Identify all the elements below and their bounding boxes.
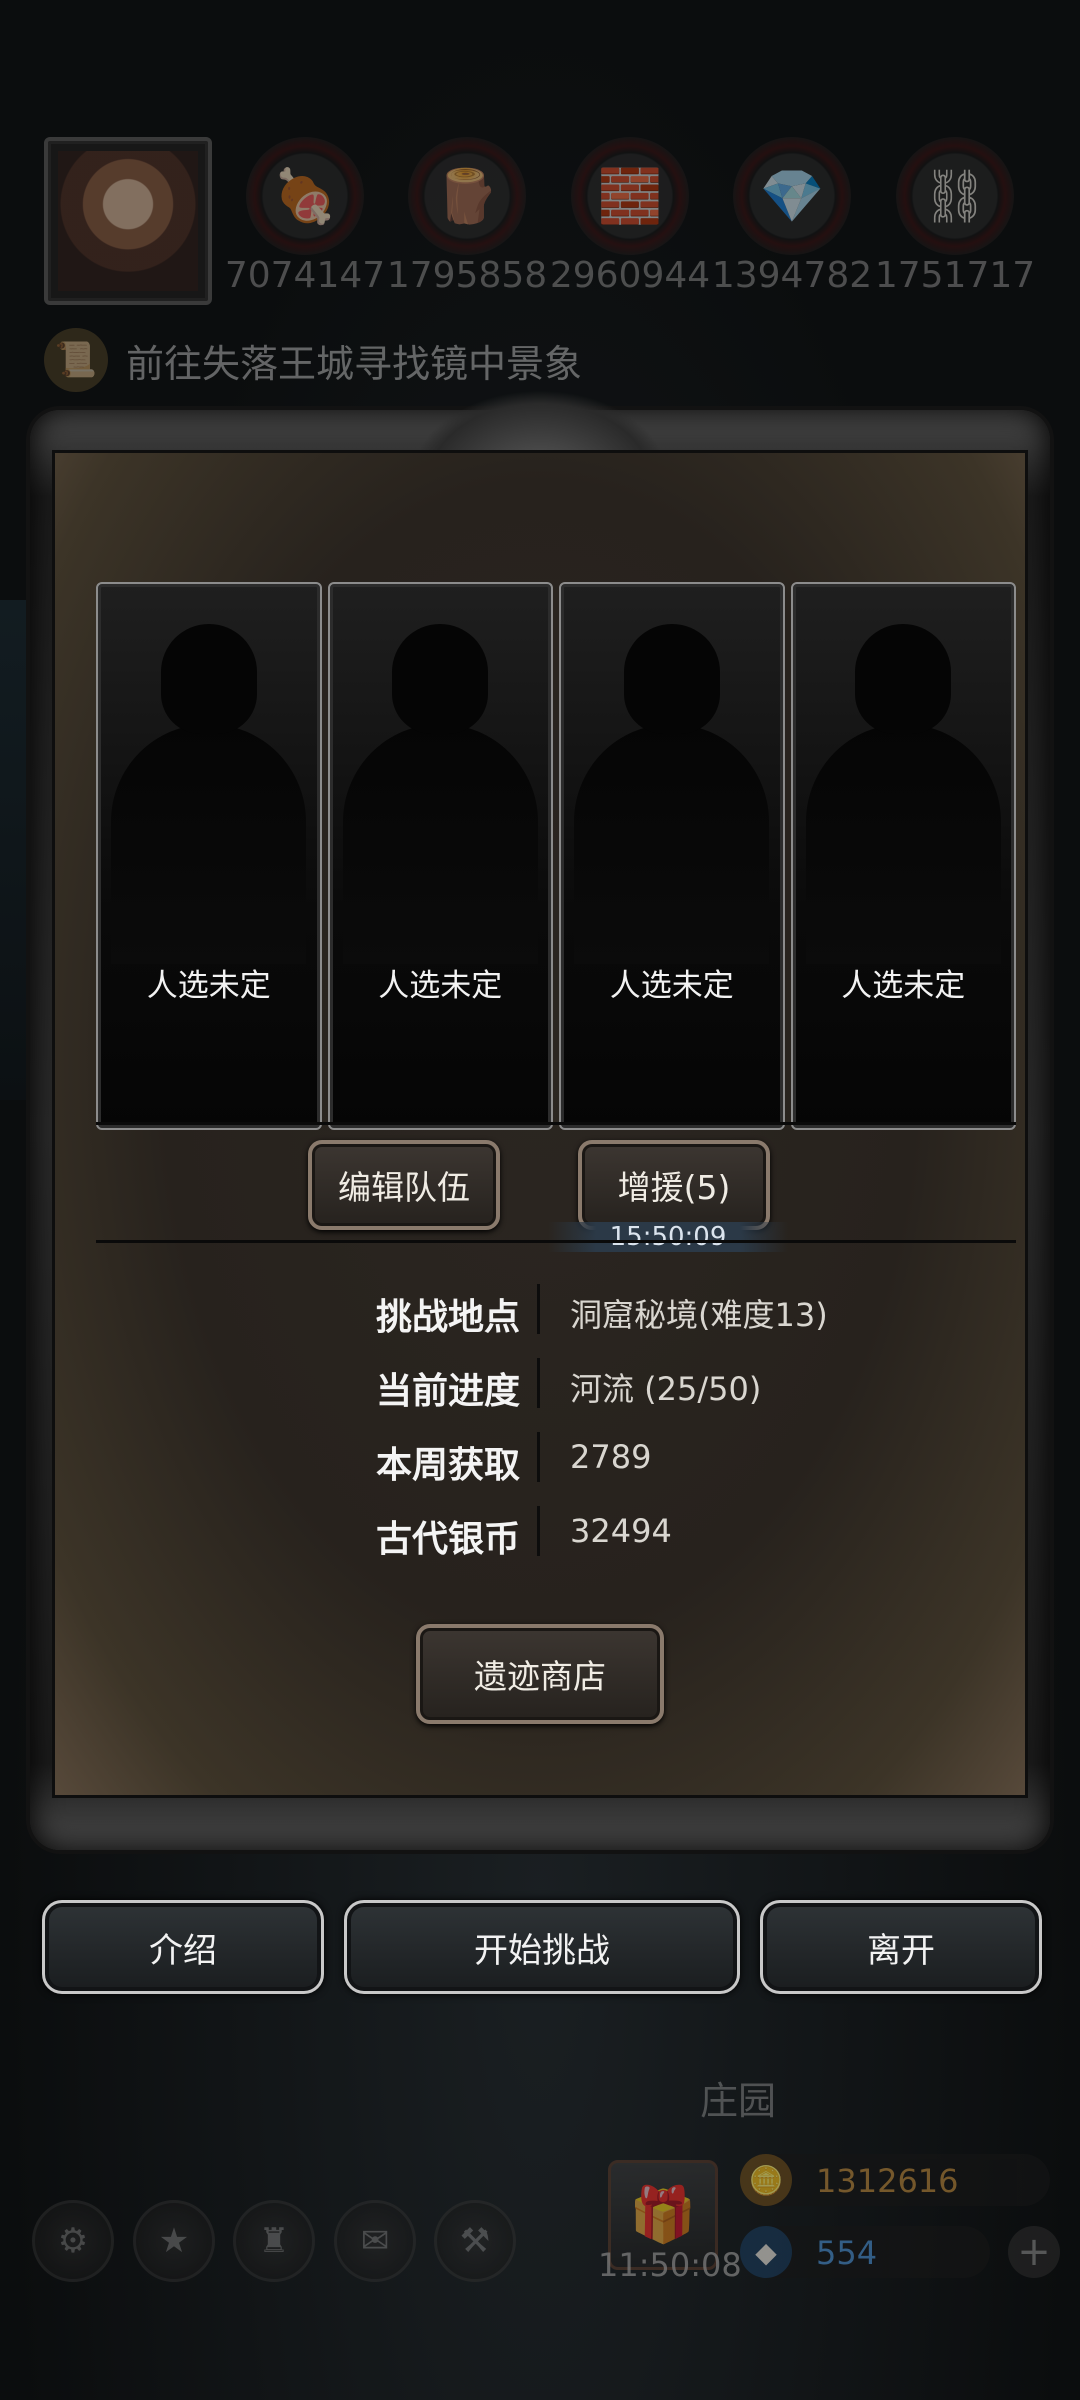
silhouette-head [623,624,720,734]
team-slot[interactable]: 人选未定 [559,582,785,1130]
bag-icon[interactable]: ⚒ [434,2200,516,2282]
silhouette-icon [805,724,1001,964]
gem-counter: ◆ 554 [740,2226,990,2278]
add-gems-button[interactable]: + [1008,2226,1060,2278]
resource-value: 1751717 [874,255,1036,296]
gold-value: 1312616 [816,2162,959,2200]
info-row: 当前进度 河流 (25/50) [30,1354,1050,1414]
info-row: 挑战地点 洞窟秘境(难度13) [30,1280,1050,1340]
portrait-icon [58,151,198,291]
edit-team-button[interactable]: 编辑队伍 [308,1140,500,1230]
leave-button[interactable]: 离开 [760,1900,1042,1994]
resource-value: 1394782 [711,255,873,296]
resource-meat[interactable]: 🍖 7074147 [225,137,385,296]
info-key: 挑战地点 [375,1297,520,1338]
info-row: 本周获取 2789 [30,1428,1050,1488]
intro-button[interactable]: 介绍 [42,1900,324,1994]
team-slot[interactable]: 人选未定 [96,582,322,1130]
divider [96,1122,1016,1125]
player-avatar[interactable] [44,137,212,305]
info-value: 河流 (25/50) [570,1370,762,1408]
slot-label: 人选未定 [378,968,503,1004]
divider [96,1240,1016,1243]
scroll-icon: 📜 [44,328,108,392]
silhouette-icon [111,724,307,964]
gold-counter: 🪙 1312616 [740,2154,1050,2206]
gem-value: 554 [816,2234,878,2272]
resource-wood[interactable]: 🪵 1795858 [387,137,547,296]
resource-iron[interactable]: ⛓ 1751717 [875,137,1035,296]
mail-icon[interactable]: ✉ [334,2200,416,2282]
gift-timer: 11:50:08 [598,2246,742,2284]
resource-stone[interactable]: 🧱 2960944 [550,137,710,296]
info-separator [537,1284,540,1334]
silhouette-head [160,624,257,734]
silhouette-head [392,624,489,734]
iron-icon: ⛓ [896,137,1014,255]
quest-text: 前往失落王城寻找镜中景象 [126,341,583,386]
resource-value: 7074147 [224,255,386,296]
wood-icon: 🪵 [408,137,526,255]
info-key: 古代银币 [375,1519,520,1560]
challenge-panel: 人选未定 人选未定 人选未定 人选未定 编辑队伍 增援(5) 15:50:09 … [30,390,1050,1850]
start-challenge-button[interactable]: 开始挑战 [344,1900,740,1994]
silhouette-icon [342,724,538,964]
team-slots: 人选未定 人选未定 人选未定 人选未定 [96,582,1016,1130]
info-value: 32494 [570,1512,672,1550]
info-separator [537,1432,540,1482]
info-key: 当前进度 [375,1371,520,1412]
star-icon[interactable]: ★ [133,2200,215,2282]
info-row: 古代银币 32494 [30,1502,1050,1562]
crystal-icon: 💎 [733,137,851,255]
info-separator [537,1506,540,1556]
manor-label[interactable]: 庄园 [700,2070,776,2125]
quest-tracker[interactable]: 📜 前往失落王城寻找镜中景象 [44,328,664,392]
info-separator [537,1358,540,1408]
team-slot[interactable]: 人选未定 [790,582,1016,1130]
resource-value: 2960944 [549,255,711,296]
info-value: 洞窟秘境(难度13) [570,1296,828,1334]
slot-label: 人选未定 [841,968,966,1004]
gem-icon: ◆ [740,2226,792,2278]
resource-value: 1795858 [386,255,548,296]
reinforce-button[interactable]: 增援(5) [578,1140,770,1230]
silhouette-icon [574,724,770,964]
relic-shop-button[interactable]: 遗迹商店 [416,1624,664,1724]
team-slot[interactable]: 人选未定 [327,582,553,1130]
meat-icon: 🍖 [246,137,364,255]
slot-label: 人选未定 [609,968,734,1004]
info-key: 本周获取 [375,1445,520,1486]
settings-icon[interactable]: ⚙ [32,2200,114,2282]
stone-icon: 🧱 [571,137,689,255]
slot-label: 人选未定 [146,968,271,1004]
silhouette-head [855,624,952,734]
info-value: 2789 [570,1438,652,1476]
reinforce-timer: 15:50:09 [548,1222,788,1252]
guild-icon[interactable]: ♜ [233,2200,315,2282]
gold-coin-icon: 🪙 [740,2154,792,2206]
resource-crystal[interactable]: 💎 1394782 [712,137,872,296]
